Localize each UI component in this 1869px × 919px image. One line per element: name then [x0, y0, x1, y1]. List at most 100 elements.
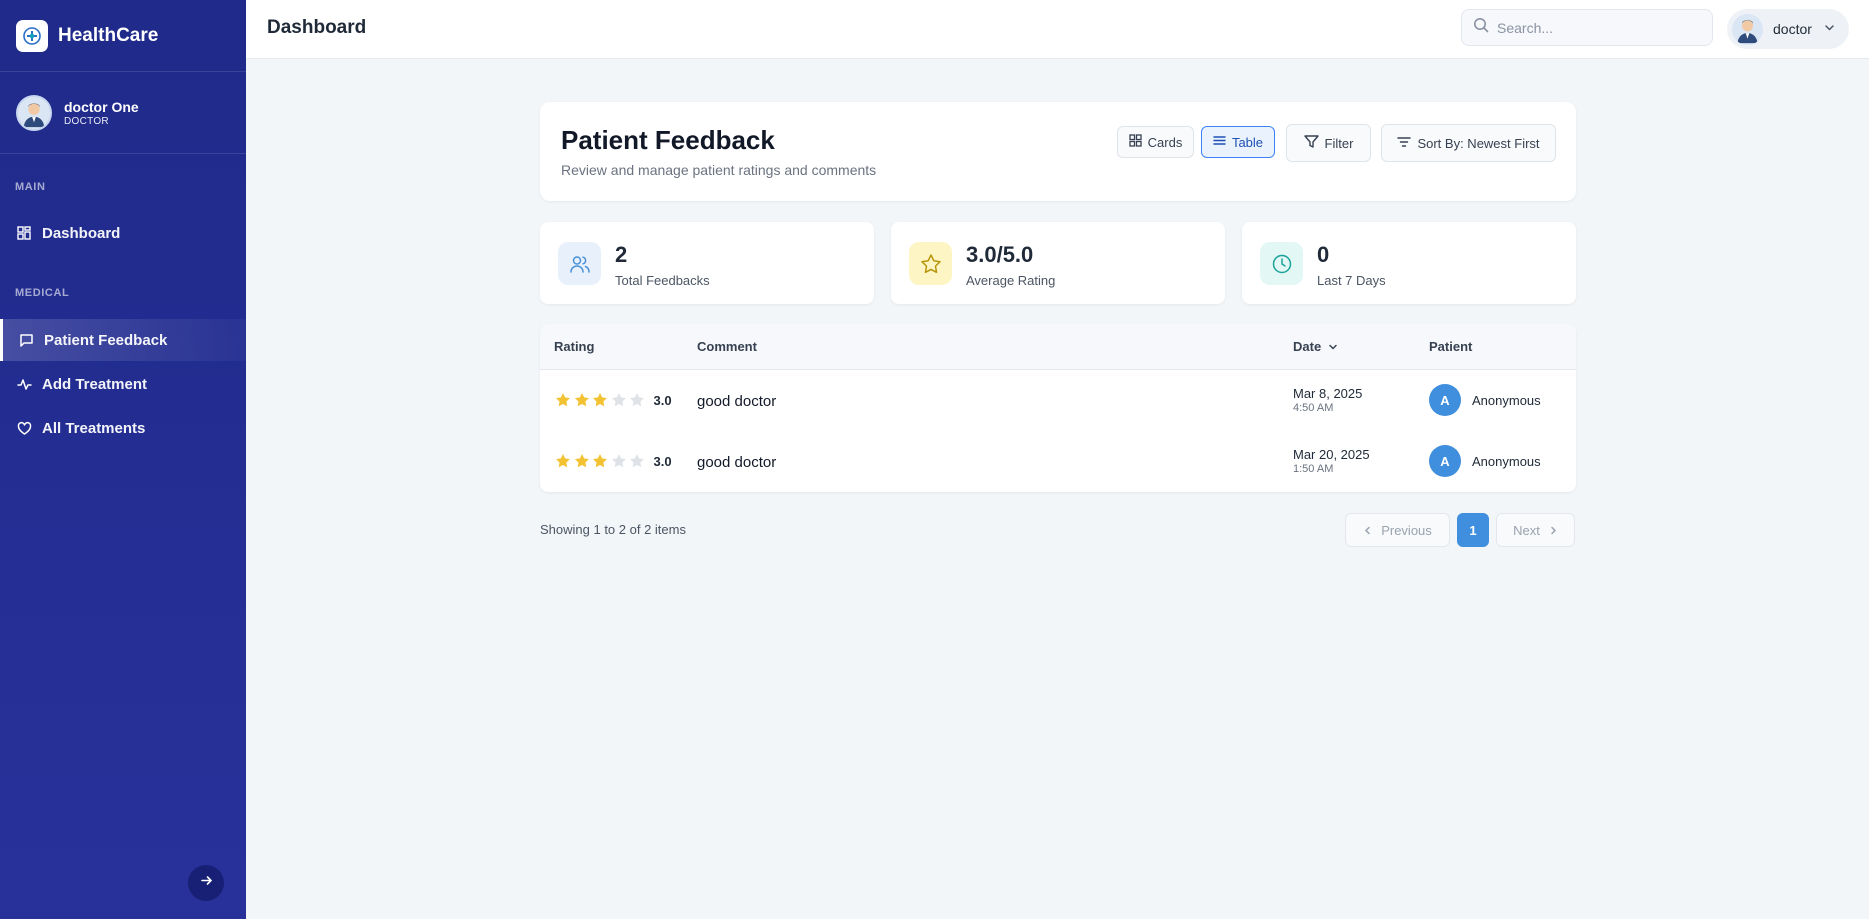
next-label: Next — [1513, 522, 1540, 538]
column-header-patient[interactable]: Patient — [1429, 339, 1472, 354]
search-icon — [1473, 17, 1489, 38]
star-set — [555, 453, 648, 469]
cards-view-button[interactable]: Cards — [1117, 126, 1194, 158]
feedback-table: Rating Comment Date Patient 3.0 good doc… — [540, 324, 1576, 492]
patient-avatar: A — [1429, 384, 1461, 416]
sidebar-item-all-treatments[interactable]: All Treatments — [0, 407, 246, 449]
cards-view-label: Cards — [1147, 134, 1183, 150]
table-row[interactable]: 3.0 good doctor Mar 20, 2025 1:50 AM A A… — [540, 431, 1576, 492]
message-icon — [18, 332, 34, 348]
filter-icon — [1303, 134, 1325, 152]
date-value: Mar 8, 2025 — [1293, 386, 1363, 401]
date-value: Mar 20, 2025 — [1293, 447, 1370, 462]
list-icon — [1213, 134, 1232, 150]
previous-label: Previous — [1381, 522, 1432, 538]
star-rating: 3.0 — [555, 453, 672, 469]
activity-icon — [16, 376, 32, 392]
chevron-left-icon — [1363, 526, 1372, 535]
page-button-current[interactable]: 1 — [1457, 513, 1489, 547]
stats-row: 2 Total Feedbacks 3.0/5.0 Average Rating… — [540, 222, 1576, 304]
stat-label: Average Rating — [966, 273, 1056, 288]
profile-role: DOCTOR — [64, 115, 109, 127]
avatar — [16, 94, 52, 131]
patient-avatar: A — [1429, 445, 1461, 477]
stat-label: Total Feedbacks — [615, 273, 710, 288]
star-filled-icon — [556, 393, 570, 407]
section-title-main: MAIN — [15, 181, 46, 193]
health-logo-icon — [16, 19, 48, 52]
search-box[interactable] — [1461, 9, 1713, 46]
feedback-comment: good doctor — [697, 393, 777, 410]
brand-name: HealthCare — [58, 24, 159, 46]
stat-value: 3.0/5.0 — [966, 242, 1034, 267]
star-icon — [909, 242, 952, 285]
stat-value: 2 — [615, 242, 628, 267]
chevron-down-icon — [1824, 20, 1835, 38]
star-filled-icon — [574, 454, 589, 468]
search-input[interactable] — [1497, 19, 1697, 36]
users-icon — [558, 242, 601, 285]
section-title-medical: MEDICAL — [15, 287, 70, 299]
star-empty-icon — [630, 393, 644, 407]
feedback-date: Mar 20, 2025 1:50 AM — [1293, 447, 1370, 475]
sidebar-collapse-button[interactable] — [188, 865, 224, 901]
pagination: Previous 1 Next — [1345, 513, 1575, 547]
patient-name: Anonymous — [1472, 453, 1541, 469]
star-filled-icon — [574, 393, 589, 407]
table-header: Rating Comment Date Patient — [540, 324, 1576, 370]
feedback-comment: good doctor — [697, 454, 777, 471]
heart-icon — [16, 420, 32, 436]
sidebar-item-dashboard[interactable]: Dashboard — [0, 212, 246, 254]
column-header-date[interactable]: Date — [1293, 339, 1338, 354]
column-header-rating[interactable]: Rating — [554, 339, 594, 354]
sidebar: HealthCare doctor One DOCTOR MAIN Dashbo… — [0, 0, 246, 919]
patient-cell: A Anonymous — [1429, 445, 1541, 477]
column-header-comment[interactable]: Comment — [697, 339, 757, 354]
filter-button[interactable]: Filter — [1286, 124, 1371, 162]
clock-icon — [1260, 242, 1303, 285]
previous-page-button[interactable]: Previous — [1345, 513, 1450, 547]
stat-card-average: 3.0/5.0 Average Rating — [891, 222, 1225, 304]
table-view-button[interactable]: Table — [1201, 126, 1275, 158]
sidebar-item-label: Add Treatment — [42, 375, 148, 393]
stat-card-last-7-days: 0 Last 7 Days — [1242, 222, 1576, 304]
sort-icon — [1397, 135, 1417, 152]
sort-button[interactable]: Sort By: Newest First — [1381, 124, 1556, 162]
profile-name: doctor One — [64, 98, 139, 115]
time-value: 1:50 AM — [1293, 463, 1334, 475]
stat-card-total: 2 Total Feedbacks — [540, 222, 874, 304]
patient-name: Anonymous — [1472, 392, 1541, 408]
user-name: doctor — [1773, 21, 1812, 37]
star-filled-icon — [556, 454, 570, 468]
stat-label: Last 7 Days — [1317, 273, 1386, 288]
page-subtitle: Review and manage patient ratings and co… — [561, 162, 877, 178]
page-header-card: Patient Feedback Review and manage patie… — [540, 102, 1576, 201]
grid-icon — [16, 225, 32, 241]
sidebar-item-label: Dashboard — [42, 224, 121, 242]
chevron-down-icon — [1328, 342, 1338, 352]
sidebar-item-patient-feedback[interactable]: Patient Feedback — [0, 319, 246, 361]
sidebar-item-label: Patient Feedback — [44, 331, 168, 349]
stat-value: 0 — [1317, 242, 1330, 267]
pagination-summary: Showing 1 to 2 of 2 items — [540, 522, 686, 537]
sidebar-profile[interactable]: doctor One DOCTOR — [0, 72, 246, 154]
column-header-date-label: Date — [1293, 339, 1322, 354]
brand[interactable]: HealthCare — [0, 0, 246, 72]
star-empty-icon — [611, 454, 626, 468]
star-empty-icon — [630, 454, 644, 468]
user-menu[interactable]: doctor — [1727, 9, 1849, 49]
star-set — [555, 392, 648, 408]
star-rating: 3.0 — [555, 392, 672, 408]
sidebar-item-add-treatment[interactable]: Add Treatment — [0, 363, 246, 405]
star-filled-icon — [593, 393, 607, 407]
grid-icon — [1129, 134, 1148, 150]
time-value: 4:50 AM — [1293, 402, 1334, 414]
table-view-label: Table — [1231, 134, 1264, 150]
top-header: Dashboard doctor — [246, 0, 1869, 59]
next-page-button[interactable]: Next — [1496, 513, 1575, 547]
filter-label: Filter — [1324, 135, 1354, 151]
chevron-right-icon — [1549, 526, 1558, 535]
table-row[interactable]: 3.0 good doctor Mar 8, 2025 4:50 AM A An… — [540, 370, 1576, 431]
main-content: Patient Feedback Review and manage patie… — [540, 102, 1576, 547]
page-title: Patient Feedback — [561, 125, 775, 155]
